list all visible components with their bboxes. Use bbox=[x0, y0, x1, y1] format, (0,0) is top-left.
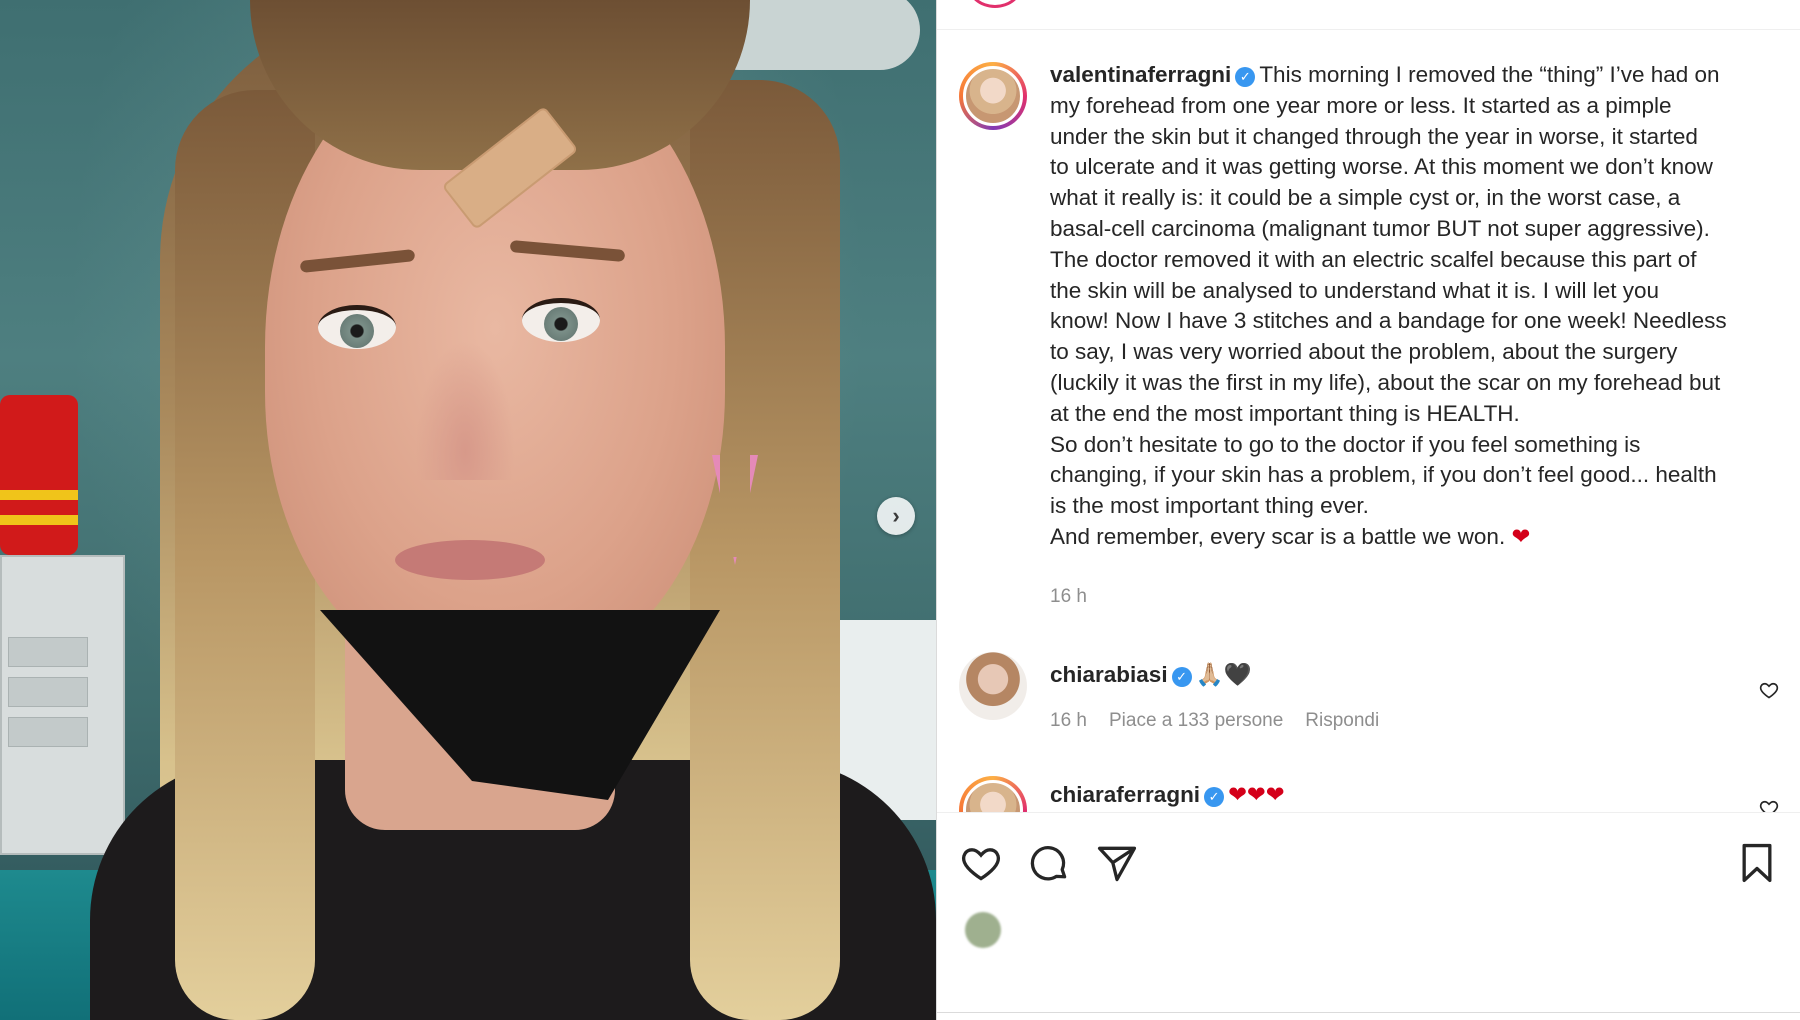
author-avatar[interactable] bbox=[959, 62, 1027, 130]
commenter-username[interactable]: chiarabiasi bbox=[1050, 662, 1168, 687]
red-heart-emoji: ❤ bbox=[1511, 523, 1531, 549]
comment-text: chiaraferragni ✓ ❤❤❤ bbox=[1050, 780, 1775, 811]
comment-emoji: ❤❤❤ bbox=[1228, 782, 1285, 807]
comment-likes[interactable]: Piace a 133 persone bbox=[1109, 710, 1283, 731]
next-photo-button[interactable]: › bbox=[877, 497, 915, 535]
caption-line: the skin will be analysed to understand … bbox=[1050, 277, 1660, 303]
comment-time[interactable]: 16 h bbox=[1050, 710, 1087, 731]
verified-badge-icon: ✓ bbox=[1204, 787, 1225, 807]
verified-badge-icon: ✓ bbox=[1235, 67, 1256, 87]
panel-bottom-border bbox=[937, 1012, 1800, 1013]
post-action-bar bbox=[937, 812, 1800, 904]
comment-reply[interactable]: Rispondi bbox=[1305, 710, 1379, 731]
caption-line: under the skin but it changed through th… bbox=[1050, 123, 1698, 149]
comment-like-heart-icon[interactable] bbox=[1759, 680, 1779, 700]
photo-person bbox=[0, 0, 936, 1020]
caption-line: (luckily it was the first in my life), a… bbox=[1050, 369, 1721, 395]
caption-line: So don’t hesitate to go to the doctor if… bbox=[1050, 431, 1641, 457]
caption-line-text: And remember, every scar is a battle we … bbox=[1050, 523, 1506, 549]
header-avatar[interactable] bbox=[967, 0, 1023, 8]
comment-text: chiarabiasi ✓ 🙏🏼🖤 bbox=[1050, 660, 1775, 691]
photo-eye bbox=[318, 305, 396, 349]
likes-summary bbox=[937, 904, 1800, 984]
chevron-right-icon: › bbox=[892, 503, 900, 528]
photo-hair-right bbox=[690, 80, 840, 1020]
caption-line: know! Now I have 3 stitches and a bandag… bbox=[1050, 308, 1727, 334]
comment-meta: 16 h Piace a 133 persone Rispondi bbox=[1050, 710, 1401, 732]
comment-like-heart-icon[interactable] bbox=[1759, 798, 1779, 812]
caption-meta: 16 h bbox=[1050, 586, 1109, 608]
caption-line: what it really is: it could be a simple … bbox=[1050, 185, 1681, 211]
caption-line: valentinaferragni ✓ This morning I removed… bbox=[1050, 60, 1775, 91]
photo-iris bbox=[544, 307, 578, 341]
post-side-panel: valentinaferragni ✓ This morning I removed… bbox=[936, 0, 1800, 1020]
caption-line: my forehead from one year more or less. … bbox=[1050, 92, 1672, 118]
caption-line: And remember, every scar is a battle we … bbox=[1050, 522, 1775, 553]
caption-line-text: This morning I removed the “thing” I’ve … bbox=[1259, 62, 1720, 87]
photo-eye bbox=[522, 298, 600, 342]
caption-line: basal-cell carcinoma (malignant tumor BU… bbox=[1050, 215, 1710, 241]
caption-line: to ulcerate and it was getting worse. At… bbox=[1050, 154, 1713, 180]
commenter-avatar[interactable] bbox=[959, 652, 1027, 720]
author-username[interactable]: valentinaferragni bbox=[1050, 62, 1231, 87]
comment-icon[interactable] bbox=[1027, 841, 1071, 885]
bookmark-icon[interactable] bbox=[1735, 841, 1779, 885]
caption-line: is the most important thing ever. bbox=[1050, 493, 1369, 519]
commenter-avatar[interactable] bbox=[959, 776, 1027, 812]
commenter-avatar-image bbox=[959, 652, 1027, 720]
commenter-username[interactable]: chiaraferragni bbox=[1050, 782, 1200, 807]
heart-icon[interactable] bbox=[959, 841, 1003, 885]
author-avatar-image bbox=[963, 66, 1023, 126]
caption-time[interactable]: 16 h bbox=[1050, 586, 1087, 607]
caption-line: The doctor removed it with an electric s… bbox=[1050, 246, 1697, 272]
liker-avatar bbox=[965, 912, 1001, 948]
caption-line: changing, if your skin has a problem, if… bbox=[1050, 462, 1717, 488]
caption-line: to say, I was very worried about the pro… bbox=[1050, 339, 1678, 365]
photo-nose bbox=[415, 340, 515, 480]
photo-iris bbox=[340, 314, 374, 348]
caption-line: at the end the most important thing is H… bbox=[1050, 400, 1520, 426]
photo-mouth bbox=[395, 540, 545, 580]
comments-scroll-area[interactable]: valentinaferragni ✓ This morning I removed… bbox=[937, 30, 1800, 812]
commenter-avatar-image bbox=[963, 780, 1023, 812]
verified-badge-icon: ✓ bbox=[1171, 667, 1192, 687]
post-header bbox=[937, 0, 1800, 30]
caption-text: valentinaferragni ✓ This morning I removed… bbox=[1050, 60, 1775, 553]
post-photo[interactable]: › bbox=[0, 0, 936, 1020]
comment-emoji: 🙏🏼🖤 bbox=[1195, 662, 1252, 687]
instagram-post-view: › valentinaferragni ✓ This morning I remov… bbox=[0, 0, 1800, 1020]
share-icon[interactable] bbox=[1095, 841, 1139, 885]
